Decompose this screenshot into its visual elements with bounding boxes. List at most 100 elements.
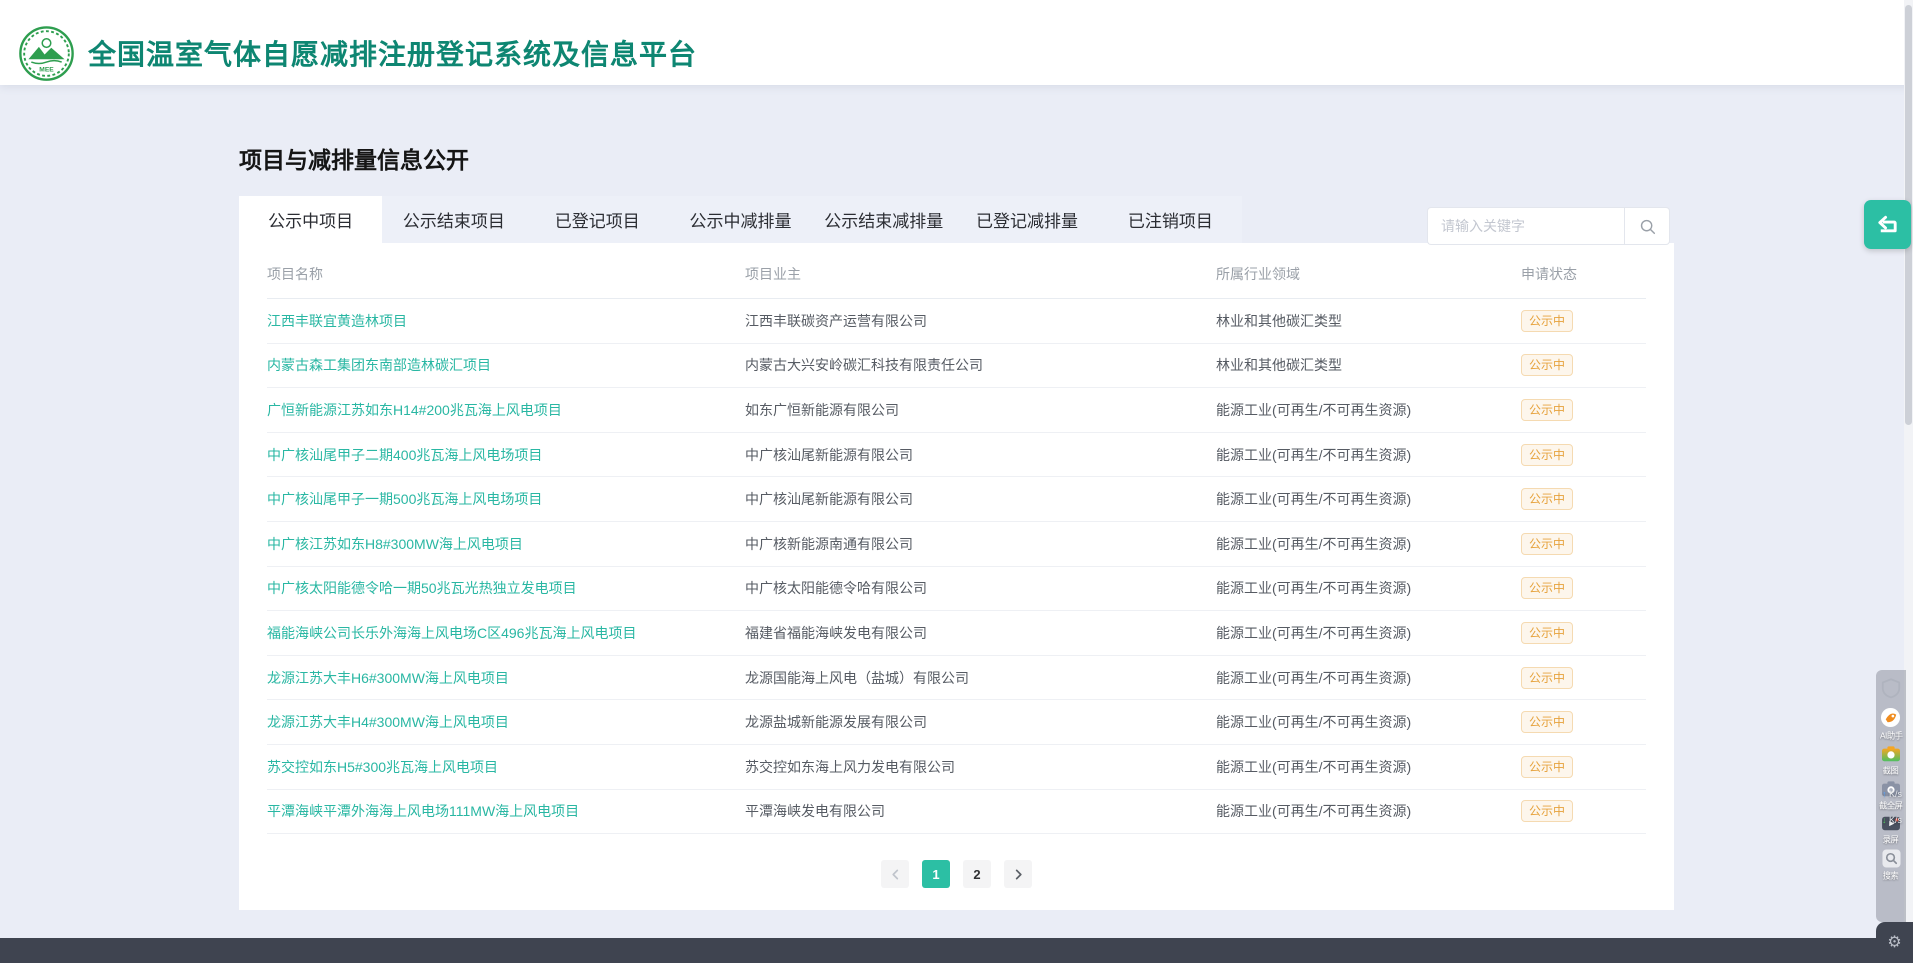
page-footer [0,938,1913,963]
status-badge: 公示中 [1521,756,1573,778]
tab-registered-reductions[interactable]: 已登记减排量 [955,196,1098,243]
project-name-link[interactable]: 中广核江苏如东H8#300MW海上风电项目 [267,534,745,554]
status-badge: 公示中 [1521,310,1573,332]
project-name-link[interactable]: 广恒新能源江苏如东H14#200兆瓦海上风电项目 [267,400,745,420]
app-title: 全国温室气体自愿减排注册登记系统及信息平台 [88,33,697,73]
arrow-down-icon: ↓ [1882,815,1887,825]
project-industry: 能源工业(可再生/不可再生资源) [1216,757,1521,777]
table-row: 福能海峡公司长乐外海海上风电场C区496兆瓦海上风电项目 福建省福能海峡发电有限… [267,611,1646,656]
table-row: 中广核汕尾甲子二期400兆瓦海上风电场项目 中广核汕尾新能源有限公司 能源工业(… [267,433,1646,478]
page-button-1[interactable]: 1 [922,860,950,888]
next-page-button[interactable] [1004,860,1032,888]
toolbar-item-label: 录屏 [1883,834,1899,846]
tab-publicity-ended-projects[interactable]: 公示结束项目 [382,196,525,243]
tab-cancelled-projects[interactable]: 已注销项目 [1099,196,1242,243]
shield-icon [1880,677,1902,699]
page-button-2[interactable]: 2 [963,860,991,888]
prev-page-button[interactable] [881,860,909,888]
screenshot-camera-icon [1881,745,1901,763]
shield-button[interactable] [1880,677,1902,699]
project-owner: 福建省福能海峡发电有限公司 [745,623,1216,643]
project-name-link[interactable]: 内蒙古森工集团东南部造林碳汇项目 [267,355,745,375]
toolbar-item-label: 搜索 [1883,870,1899,882]
project-name-link[interactable]: 中广核汕尾甲子二期400兆瓦海上风电场项目 [267,445,745,465]
column-header-industry: 所属行业领域 [1216,264,1521,284]
project-industry: 能源工业(可再生/不可再生资源) [1216,534,1521,554]
tab-label: 公示结束项目 [403,207,505,232]
tab-label: 公示中项目 [268,207,353,232]
project-name-link[interactable]: 龙源江苏大丰H4#300MW海上风电项目 [267,712,745,732]
project-name-link[interactable]: 中广核汕尾甲子一期500兆瓦海上风电场项目 [267,489,745,509]
status-badge: 公示中 [1521,399,1573,421]
tab-label: 已注销项目 [1128,207,1213,232]
project-industry: 能源工业(可再生/不可再生资源) [1216,623,1521,643]
app-header: MEE 全国温室气体自愿减排注册登记系统及信息平台 [0,0,1913,85]
magnifier-icon [1639,218,1656,235]
status-badge: 公示中 [1521,800,1573,822]
search-button[interactable] [1624,207,1670,245]
return-button[interactable] [1864,200,1911,249]
toolbar-search-icon [1882,849,1901,868]
arrow-up-icon: ↑ [1882,789,1887,799]
status-badge: 公示中 [1521,622,1573,644]
project-owner: 内蒙古大兴安岭碳汇科技有限责任公司 [745,355,1216,375]
search-input[interactable] [1427,207,1624,245]
project-name-link[interactable]: 龙源江苏大丰H6#300MW海上风电项目 [267,668,745,688]
toolbar-search-button[interactable]: 搜索 [1882,849,1901,882]
table-row: 中广核江苏如东H8#300MW海上风电项目 中广核新能源南通有限公司 能源工业(… [267,522,1646,567]
project-name-link[interactable]: 平潭海峡平潭外海海上风电场111MW海上风电项目 [267,801,745,821]
project-name-link[interactable]: 中广核太阳能德令哈一期50兆瓦光热独立发电项目 [267,578,745,598]
mee-logo-icon: MEE [18,25,75,82]
project-owner: 龙源盐城新能源发展有限公司 [745,712,1216,732]
project-industry: 能源工业(可再生/不可再生资源) [1216,445,1521,465]
network-upload-speed: ↑ K/s [1882,789,1902,799]
status-badge: 公示中 [1521,354,1573,376]
tab-publicity-ended-reductions[interactable]: 公示结束减排量 [812,196,955,243]
toolbar-item-label: 截全屏 [1879,800,1902,812]
table-row: 龙源江苏大丰H6#300MW海上风电项目 龙源国能海上风电（盐城）有限公司 能源… [267,656,1646,701]
status-badge: 公示中 [1521,533,1573,555]
tab-registered-projects[interactable]: 已登记项目 [526,196,669,243]
project-industry: 林业和其他碳汇类型 [1216,355,1521,375]
chevron-left-icon [890,869,901,880]
tab-projects-in-publicity[interactable]: 公示中项目 [239,196,382,243]
table-row: 苏交控如东H5#300兆瓦海上风电项目 苏交控如东海上风力发电有限公司 能源工业… [267,745,1646,790]
tab-label: 已登记项目 [555,207,640,232]
table-row: 龙源江苏大丰H4#300MW海上风电项目 龙源盐城新能源发展有限公司 能源工业(… [267,700,1646,745]
project-name-link[interactable]: 江西丰联宜黄造林项目 [267,311,745,331]
project-owner: 中广核汕尾新能源有限公司 [745,445,1216,465]
status-badge: 公示中 [1521,444,1573,466]
settings-button[interactable]: ⚙ [1876,922,1913,963]
tab-reductions-in-publicity[interactable]: 公示中减排量 [669,196,812,243]
project-owner: 中广核汕尾新能源有限公司 [745,489,1216,509]
column-header-project-owner: 项目业主 [745,264,1216,284]
table-row: 江西丰联宜黄造林项目 江西丰联碳资产运营有限公司 林业和其他碳汇类型 公示中 [267,299,1646,344]
project-owner: 江西丰联碳资产运营有限公司 [745,311,1216,331]
project-industry: 林业和其他碳汇类型 [1216,311,1521,331]
project-name-link[interactable]: 福能海峡公司长乐外海海上风电场C区496兆瓦海上风电项目 [267,623,745,643]
tab-bar: 公示中项目 公示结束项目 已登记项目 公示中减排量 公示结束减排量 已登记减排量… [239,196,1242,243]
project-owner: 如东广恒新能源有限公司 [745,400,1216,420]
project-owner: 龙源国能海上风电（盐城）有限公司 [745,668,1216,688]
project-owner: 苏交控如东海上风力发电有限公司 [745,757,1216,777]
table-row: 内蒙古森工集团东南部造林碳汇项目 内蒙古大兴安岭碳汇科技有限责任公司 林业和其他… [267,344,1646,389]
projects-table: 项目名称 项目业主 所属行业领域 申请状态 江西丰联宜黄造林项目 江西丰联碳资产… [239,243,1674,834]
chevron-right-icon [1013,869,1024,880]
project-owner: 平潭海峡发电有限公司 [745,801,1216,821]
network-download-speed: ↓ K/s [1882,815,1902,825]
project-industry: 能源工业(可再生/不可再生资源) [1216,400,1521,420]
project-industry: 能源工业(可再生/不可再生资源) [1216,578,1521,598]
screenshot-button[interactable]: 截图 [1881,745,1901,777]
ai-assistant-button[interactable]: AI助手 [1879,707,1904,742]
project-industry: 能源工业(可再生/不可再生资源) [1216,712,1521,732]
project-name-link[interactable]: 苏交控如东H5#300兆瓦海上风电项目 [267,757,745,777]
table-row: 中广核汕尾甲子一期500兆瓦海上风电场项目 中广核汕尾新能源有限公司 能源工业(… [267,477,1646,522]
return-arrow-icon [1875,213,1900,237]
table-row: 广恒新能源江苏如东H14#200兆瓦海上风电项目 如东广恒新能源有限公司 能源工… [267,388,1646,433]
pagination: 1 2 [239,860,1674,888]
status-badge: 公示中 [1521,488,1573,510]
tab-label: 公示中减排量 [689,207,791,232]
project-owner: 中广核新能源南通有限公司 [745,534,1216,554]
project-industry: 能源工业(可再生/不可再生资源) [1216,668,1521,688]
toolbar-item-label: 截图 [1883,765,1899,777]
